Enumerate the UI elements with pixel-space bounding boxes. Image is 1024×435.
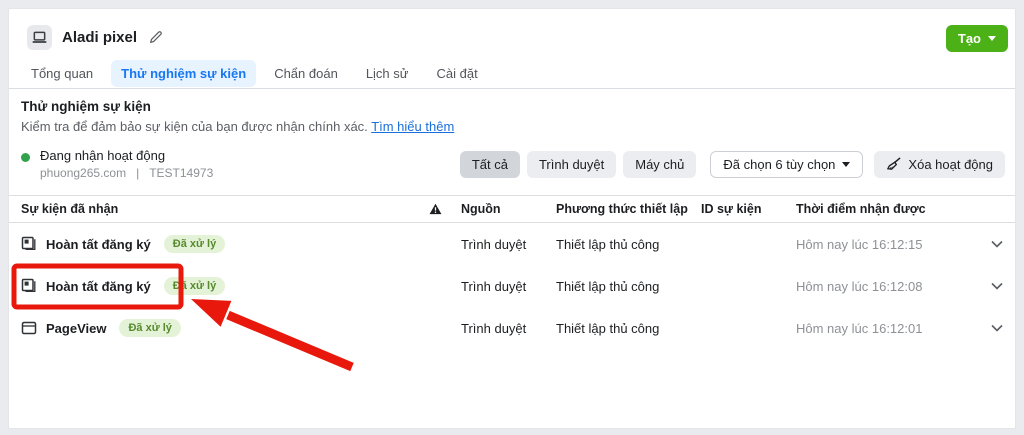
event-name: PageView <box>46 321 106 336</box>
event-copy-icon <box>21 278 37 294</box>
activity-status: Đang nhận hoạt động phuong265.com | TEST… <box>21 148 213 180</box>
status-filter-row: Đang nhận hoạt động phuong265.com | TEST… <box>21 147 1005 181</box>
section-description: Kiểm tra để đảm bảo sự kiện của bạn được… <box>21 119 454 134</box>
filter-server-button[interactable]: Máy chủ <box>623 151 696 178</box>
warning-icon <box>429 203 461 215</box>
event-source: Trình duyệt <box>461 321 556 336</box>
pixel-card: Aladi pixel Tạo Tổng quan Thử nghiệm sự … <box>8 8 1016 429</box>
event-setup: Thiết lập thủ công <box>556 279 701 294</box>
broom-icon <box>886 157 901 172</box>
event-received-time: Hôm nay lúc 16:12:08 <box>796 279 975 294</box>
table-row[interactable]: Hoàn tất đăng ký Đã xử lý Trình duyệt Th… <box>9 223 1015 265</box>
tab-bar: Tổng quan Thử nghiệm sự kiện Chẩn đoán L… <box>21 60 488 87</box>
row-expand-chevron-icon[interactable] <box>975 240 1003 248</box>
edit-pencil-icon[interactable] <box>149 30 163 44</box>
status-badge: Đã xử lý <box>164 235 225 253</box>
event-source: Trình duyệt <box>461 237 556 252</box>
tab-overview[interactable]: Tổng quan <box>21 60 103 87</box>
event-setup: Thiết lập thủ công <box>556 321 701 336</box>
laptop-icon <box>27 25 52 50</box>
event-received-time: Hôm nay lúc 16:12:01 <box>796 321 975 336</box>
column-header-setup: Phương thức thiết lập <box>556 202 701 216</box>
table-row-highlighted[interactable]: Hoàn tất đăng ký Đã xử lý Trình duyệt Th… <box>9 265 1015 307</box>
row-expand-chevron-icon[interactable] <box>975 324 1003 332</box>
tab-history[interactable]: Lịch sử <box>356 60 419 87</box>
status-test-code: TEST14973 <box>149 166 213 180</box>
pixel-header: Aladi pixel <box>27 24 163 50</box>
status-dot-icon <box>21 153 30 162</box>
column-header-source: Nguồn <box>461 202 556 216</box>
column-header-received: Thời điểm nhận được <box>796 202 975 216</box>
table-header: Sự kiện đã nhận Nguồn Phương thức thiết … <box>9 195 1015 223</box>
column-header-event: Sự kiện đã nhận <box>21 202 429 216</box>
event-source: Trình duyệt <box>461 279 556 294</box>
status-badge: Đã xử lý <box>119 319 180 337</box>
event-received-time: Hôm nay lúc 16:12:15 <box>796 237 975 252</box>
column-header-event-id: ID sự kiện <box>701 202 796 216</box>
event-table: Hoàn tất đăng ký Đã xử lý Trình duyệt Th… <box>9 223 1015 349</box>
page-title: Aladi pixel <box>62 29 137 46</box>
table-row[interactable]: PageView Đã xử lý Trình duyệt Thiết lập … <box>9 307 1015 349</box>
learn-more-link[interactable]: Tìm hiểu thêm <box>371 119 454 134</box>
event-copy-icon <box>21 236 37 252</box>
options-dropdown-value: Đã chọn 6 tùy chọn <box>723 157 835 172</box>
create-button[interactable]: Tạo <box>946 25 1008 52</box>
filter-all-button[interactable]: Tất cả <box>460 151 520 178</box>
chevron-down-icon <box>842 162 850 167</box>
status-badge: Đã xử lý <box>164 277 225 295</box>
header-divider <box>9 88 1015 89</box>
clear-activity-button[interactable]: Xóa hoạt động <box>874 151 1005 178</box>
event-name: Hoàn tất đăng ký <box>46 279 151 294</box>
create-button-label: Tạo <box>958 31 981 46</box>
status-domain: phuong265.com <box>40 166 126 180</box>
filter-browser-button[interactable]: Trình duyệt <box>527 151 616 178</box>
browser-window-icon <box>21 320 37 336</box>
status-separator: | <box>136 166 139 180</box>
chevron-down-icon <box>988 36 996 41</box>
event-setup: Thiết lập thủ công <box>556 237 701 252</box>
options-dropdown[interactable]: Đã chọn 6 tùy chọn <box>710 151 863 178</box>
tab-test-events[interactable]: Thử nghiệm sự kiện <box>111 60 256 87</box>
status-subtext: phuong265.com | TEST14973 <box>40 166 213 180</box>
event-name: Hoàn tất đăng ký <box>46 237 151 252</box>
tab-settings[interactable]: Cài đặt <box>426 60 487 87</box>
tab-diagnostics[interactable]: Chẩn đoán <box>264 60 348 87</box>
filter-group: Tất cả Trình duyệt Máy chủ Đã chọn 6 tùy… <box>460 151 1005 178</box>
row-expand-chevron-icon[interactable] <box>975 282 1003 290</box>
section-title: Thử nghiệm sự kiện <box>21 99 151 114</box>
section-description-text: Kiểm tra để đảm bảo sự kiện của bạn được… <box>21 119 368 134</box>
clear-activity-label: Xóa hoạt động <box>908 157 993 172</box>
status-label: Đang nhận hoạt động <box>40 148 213 163</box>
